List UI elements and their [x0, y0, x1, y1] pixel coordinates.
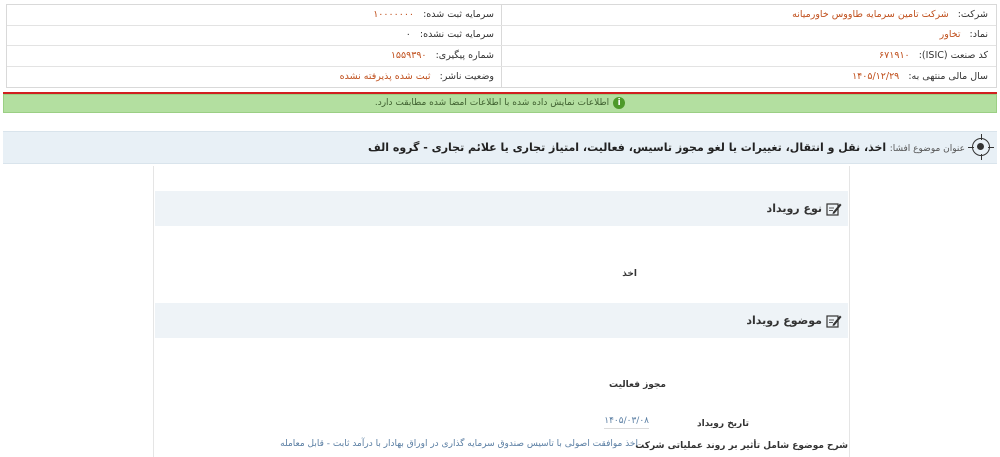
- company-info-table: شرکت: شرکت تامین سرمایه طاووس خاورمیانه …: [6, 4, 997, 88]
- capital-row: سرمایه ثبت شده: ۱۰۰۰۰۰۰۰: [373, 5, 494, 25]
- info-icon: i: [613, 96, 626, 109]
- tracking-value: ۱۵۵۹۳۹۰: [390, 50, 427, 61]
- unregistered-capital-value: ۰: [405, 29, 411, 40]
- publisher-status-row: وضعیت ناشر: ثبت شده پذیرفته نشده: [340, 67, 494, 87]
- target-icon: [968, 134, 994, 160]
- isic-row: کد صنعت (ISIC): ۶۷۱۹۱۰: [879, 46, 988, 66]
- fiscal-year-label: سال مالی منتهی به:: [908, 71, 988, 82]
- event-type-value: اخذ: [622, 269, 637, 279]
- event-date-value: ۱۴۰۵/۰۳/۰۸: [604, 416, 649, 429]
- verification-alert: iاطلاعات نمایش داده شده با اطلاعات امضا …: [3, 94, 997, 113]
- row-divider: [7, 45, 996, 46]
- publisher-status-label: وضعیت ناشر:: [439, 71, 494, 82]
- event-type-title: نوع رویداد: [766, 202, 822, 215]
- isic-value: ۶۷۱۹۱۰: [879, 50, 910, 61]
- tracking-row: شماره پیگیری: ۱۵۵۹۳۹۰: [391, 46, 494, 66]
- title-text: اخذ، نقل و انتقال، تغییرات یا لغو مجوز ت…: [368, 141, 887, 154]
- row-divider: [7, 66, 996, 67]
- unregistered-capital-row: سرمایه ثبت نشده: ۰: [406, 25, 494, 45]
- impact-value: اخذ موافقت اصولی با تاسیس صندوق سرمایه گ…: [280, 439, 638, 449]
- company-label: شرکت:: [957, 9, 988, 20]
- tracking-label: شماره پیگیری:: [435, 50, 494, 61]
- event-subject-header: موضوع رویداد: [155, 303, 848, 338]
- symbol-label: نماد:: [969, 29, 988, 40]
- event-type-header: نوع رویداد: [155, 191, 848, 226]
- event-subject-title: موضوع رویداد: [746, 314, 822, 327]
- isic-label: کد صنعت (ISIC):: [918, 50, 988, 61]
- capital-label: سرمایه ثبت شده:: [423, 9, 494, 20]
- publisher-status-value: ثبت شده پذیرفته نشده: [339, 71, 431, 82]
- verification-alert-text: اطلاعات نمایش داده شده با اطلاعات امضا ش…: [374, 98, 610, 108]
- symbol-row: نماد: تخاور: [940, 25, 988, 45]
- page-title: عنوان موضوع افشا: اخذ، نقل و انتقال، تغی…: [368, 132, 965, 165]
- company-value[interactable]: شرکت تامین سرمایه طاووس خاورمیانه: [792, 9, 949, 20]
- symbol-value[interactable]: تخاور: [940, 29, 961, 40]
- unregistered-capital-label: سرمایه ثبت نشده:: [419, 29, 494, 40]
- edit-icon: [826, 203, 842, 216]
- row-divider: [7, 25, 996, 26]
- impact-label: شرح موضوع شامل تأثیر بر روند عملیاتی شرک…: [635, 441, 848, 451]
- title-prefix: عنوان موضوع افشا:: [889, 144, 965, 154]
- company-row: شرکت: شرکت تامین سرمایه طاووس خاورمیانه: [792, 5, 988, 25]
- fiscal-year-row: سال مالی منتهی به: ۱۴۰۵/۱۲/۲۹: [852, 67, 988, 87]
- capital-value: ۱۰۰۰۰۰۰۰: [373, 9, 415, 20]
- edit-icon: [826, 315, 842, 328]
- event-details-panel: نوع رویداد اخذ موضوع رویداد مجوز فعالیت …: [153, 166, 850, 457]
- fiscal-year-value: ۱۴۰۵/۱۲/۲۹: [852, 71, 900, 82]
- column-divider: [501, 5, 502, 87]
- event-subject-value: مجوز فعالیت: [609, 380, 666, 390]
- event-date-label: تاریخ رویداد: [697, 419, 749, 429]
- disclosure-title-bar: عنوان موضوع افشا: اخذ، نقل و انتقال، تغی…: [3, 131, 997, 164]
